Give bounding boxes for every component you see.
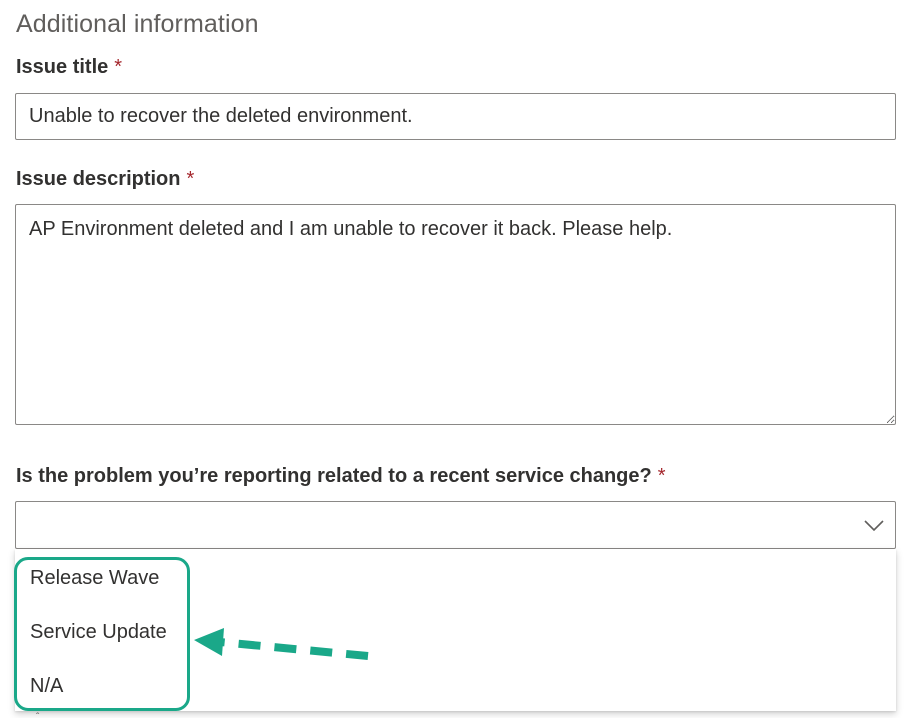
section-title: Additional information xyxy=(16,10,259,38)
dropdown-options-list: Release Wave Service Update N/A xyxy=(15,549,896,711)
service-change-label: Is the problem you’re reporting related … xyxy=(16,465,666,488)
issue-description-label-text: Issue description xyxy=(16,168,181,190)
issue-title-input[interactable] xyxy=(15,93,896,140)
required-marker: * xyxy=(657,465,666,487)
service-change-label-text: Is the problem you’re reporting related … xyxy=(16,465,652,487)
additional-information-form: Additional information Issue title* Issu… xyxy=(0,0,919,718)
chevron-down-icon[interactable] xyxy=(863,514,885,536)
required-marker: * xyxy=(186,168,195,190)
option-service-update[interactable]: Service Update xyxy=(30,621,167,644)
option-release-wave[interactable]: Release Wave xyxy=(30,567,159,590)
option-na[interactable]: N/A xyxy=(30,675,63,698)
scroll-remnant-mark: ˆ xyxy=(36,712,40,718)
service-change-dropdown[interactable] xyxy=(15,501,896,549)
issue-description-label: Issue description * xyxy=(16,168,194,191)
issue-title-label-text: Issue title xyxy=(16,56,109,78)
issue-description-textarea[interactable]: AP Environment deleted and I am unable t… xyxy=(15,204,896,425)
issue-title-label: Issue title * xyxy=(16,56,122,79)
required-marker: * xyxy=(114,56,123,78)
